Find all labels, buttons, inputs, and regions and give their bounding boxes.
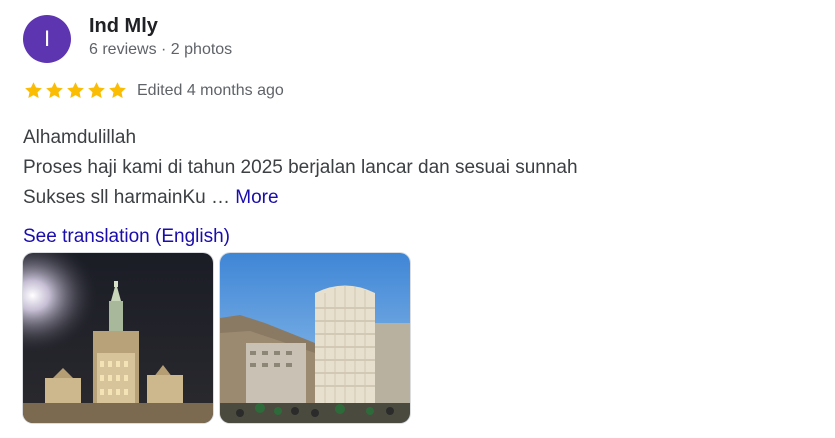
review-text: Alhamdulillah Proses haji kami di tahun … (23, 123, 578, 213)
avatar[interactable]: I (23, 15, 71, 63)
review-text-line-3-content: Sukses sll harmainKu … (23, 187, 230, 208)
more-button[interactable]: More (235, 187, 278, 208)
star-rating (23, 80, 128, 101)
author-name[interactable]: Ind Mly (89, 15, 158, 38)
building-image (220, 253, 410, 423)
clock-tower-image (23, 253, 213, 423)
avatar-letter: I (43, 26, 51, 51)
review-text-line-1: Alhamdulillah (23, 127, 137, 148)
star-icon (25, 82, 42, 99)
author-meta: 6 reviews · 2 photos (89, 41, 233, 58)
review-card: I Ind Mly 6 reviews · 2 photos Edited 4 … (0, 0, 835, 438)
star-icon (88, 82, 105, 99)
see-translation-link[interactable]: See translation (English) (23, 226, 230, 248)
review-photo-building-day[interactable] (220, 253, 410, 423)
review-photo-clock-tower-night[interactable] (23, 253, 213, 423)
edited-timestamp: Edited 4 months ago (137, 82, 284, 99)
review-text-line-2: Proses haji kami di tahun 2025 berjalan … (23, 157, 578, 178)
star-icon (109, 82, 126, 99)
star-icon (67, 82, 84, 99)
review-text-line-3: Sukses sll harmainKu … More (23, 183, 578, 213)
star-icon (46, 82, 63, 99)
